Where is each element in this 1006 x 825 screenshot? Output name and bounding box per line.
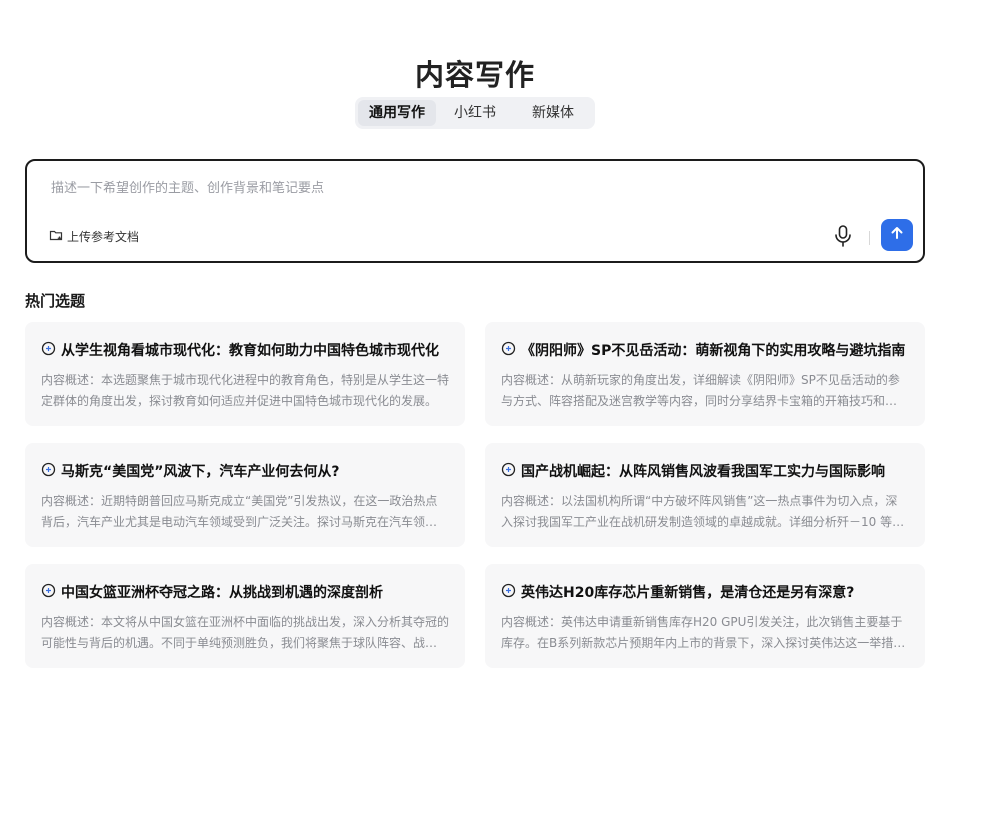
topic-card[interactable]: 英伟达H20库存芯片重新销售，是清仓还是另有深意? 内容概述：英伟达申请重新销售… bbox=[485, 564, 925, 668]
hot-topics-heading: 热门选题 bbox=[25, 292, 86, 310]
topic-card[interactable]: 从学生视角看城市现代化：教育如何助力中国特色城市现代化 内容概述：本选题聚焦于城… bbox=[25, 322, 465, 426]
topic-card[interactable]: 《阴阳师》SP不见岳活动：萌新视角下的实用攻略与避坑指南 内容概述：从萌新玩家的… bbox=[485, 322, 925, 426]
toolbar-divider bbox=[869, 231, 870, 245]
topic-bubble-icon bbox=[41, 341, 61, 360]
topic-card[interactable]: 中国女篮亚洲杯夺冠之路：从挑战到机遇的深度剖析 内容概述：本文将从中国女篮在亚洲… bbox=[25, 564, 465, 668]
topic-card[interactable]: 马斯克“美国党”风波下，汽车产业何去何从? 内容概述：近期特朗普回应马斯克成立“… bbox=[25, 443, 465, 547]
upload-reference-button[interactable]: 上传参考文档 bbox=[49, 228, 139, 245]
tab-xiaohongshu[interactable]: 小红书 bbox=[436, 100, 514, 126]
topic-card-title: 《阴阳师》SP不见岳活动：萌新视角下的实用攻略与避坑指南 bbox=[521, 343, 906, 359]
topic-card-title: 国产战机崛起：从阵风销售风波看我国军工实力与国际影响 bbox=[521, 464, 885, 480]
topic-card-description: 内容概述：英伟达申请重新销售库存H20 GPU引发关注，此次销售主要基于库存。在… bbox=[501, 615, 906, 650]
topic-bubble-icon bbox=[501, 583, 521, 602]
arrow-up-icon bbox=[889, 225, 905, 245]
topic-bubble-icon bbox=[41, 583, 61, 602]
prompt-composer: 上传参考文档 bbox=[25, 159, 925, 263]
topic-card[interactable]: 国产战机崛起：从阵风销售风波看我国军工实力与国际影响 内容概述：以法国机构所谓“… bbox=[485, 443, 925, 547]
send-button[interactable] bbox=[881, 219, 913, 251]
topic-card-description: 内容概述：以法国机构所谓“中方破坏阵风销售”这一热点事件为切入点，深入探讨我国军… bbox=[501, 494, 905, 529]
topic-card-title: 马斯克“美国党”风波下，汽车产业何去何从? bbox=[61, 464, 340, 480]
page-title: 内容写作 bbox=[414, 58, 535, 92]
upload-reference-label: 上传参考文档 bbox=[67, 230, 140, 244]
topic-card-title: 英伟达H20库存芯片重新销售，是清仓还是另有深意? bbox=[521, 585, 855, 601]
tab-new-media[interactable]: 新媒体 bbox=[514, 100, 592, 126]
topic-bubble-icon bbox=[501, 341, 521, 360]
writing-mode-tabs: 通用写作 小红书 新媒体 bbox=[355, 97, 595, 129]
microphone-icon[interactable] bbox=[832, 224, 854, 252]
topic-card-title: 中国女篮亚洲杯夺冠之路：从挑战到机遇的深度剖析 bbox=[61, 585, 383, 601]
tab-general-writing[interactable]: 通用写作 bbox=[358, 100, 436, 126]
topic-card-description: 内容概述：本文将从中国女篮在亚洲杯中面临的挑战出发，深入分析其夺冠的可能性与背后… bbox=[41, 615, 449, 650]
topic-card-description: 内容概述：本选题聚焦于城市现代化进程中的教育角色，特别是从学生这一特定群体的角度… bbox=[41, 373, 449, 408]
topic-input[interactable] bbox=[49, 175, 873, 205]
topic-card-title: 从学生视角看城市现代化：教育如何助力中国特色城市现代化 bbox=[61, 343, 439, 359]
topic-bubble-icon bbox=[41, 462, 61, 481]
topic-card-description: 内容概述：从萌新玩家的角度出发，详细解读《阴阳师》SP不见岳活动的参与方式、阵容… bbox=[501, 373, 900, 408]
topic-card-description: 内容概述：近期特朗普回应马斯克成立“美国党”引发热议，在这一政治热点背后，汽车产… bbox=[41, 494, 449, 529]
topic-bubble-icon bbox=[501, 462, 521, 481]
folder-plus-icon bbox=[49, 228, 67, 245]
